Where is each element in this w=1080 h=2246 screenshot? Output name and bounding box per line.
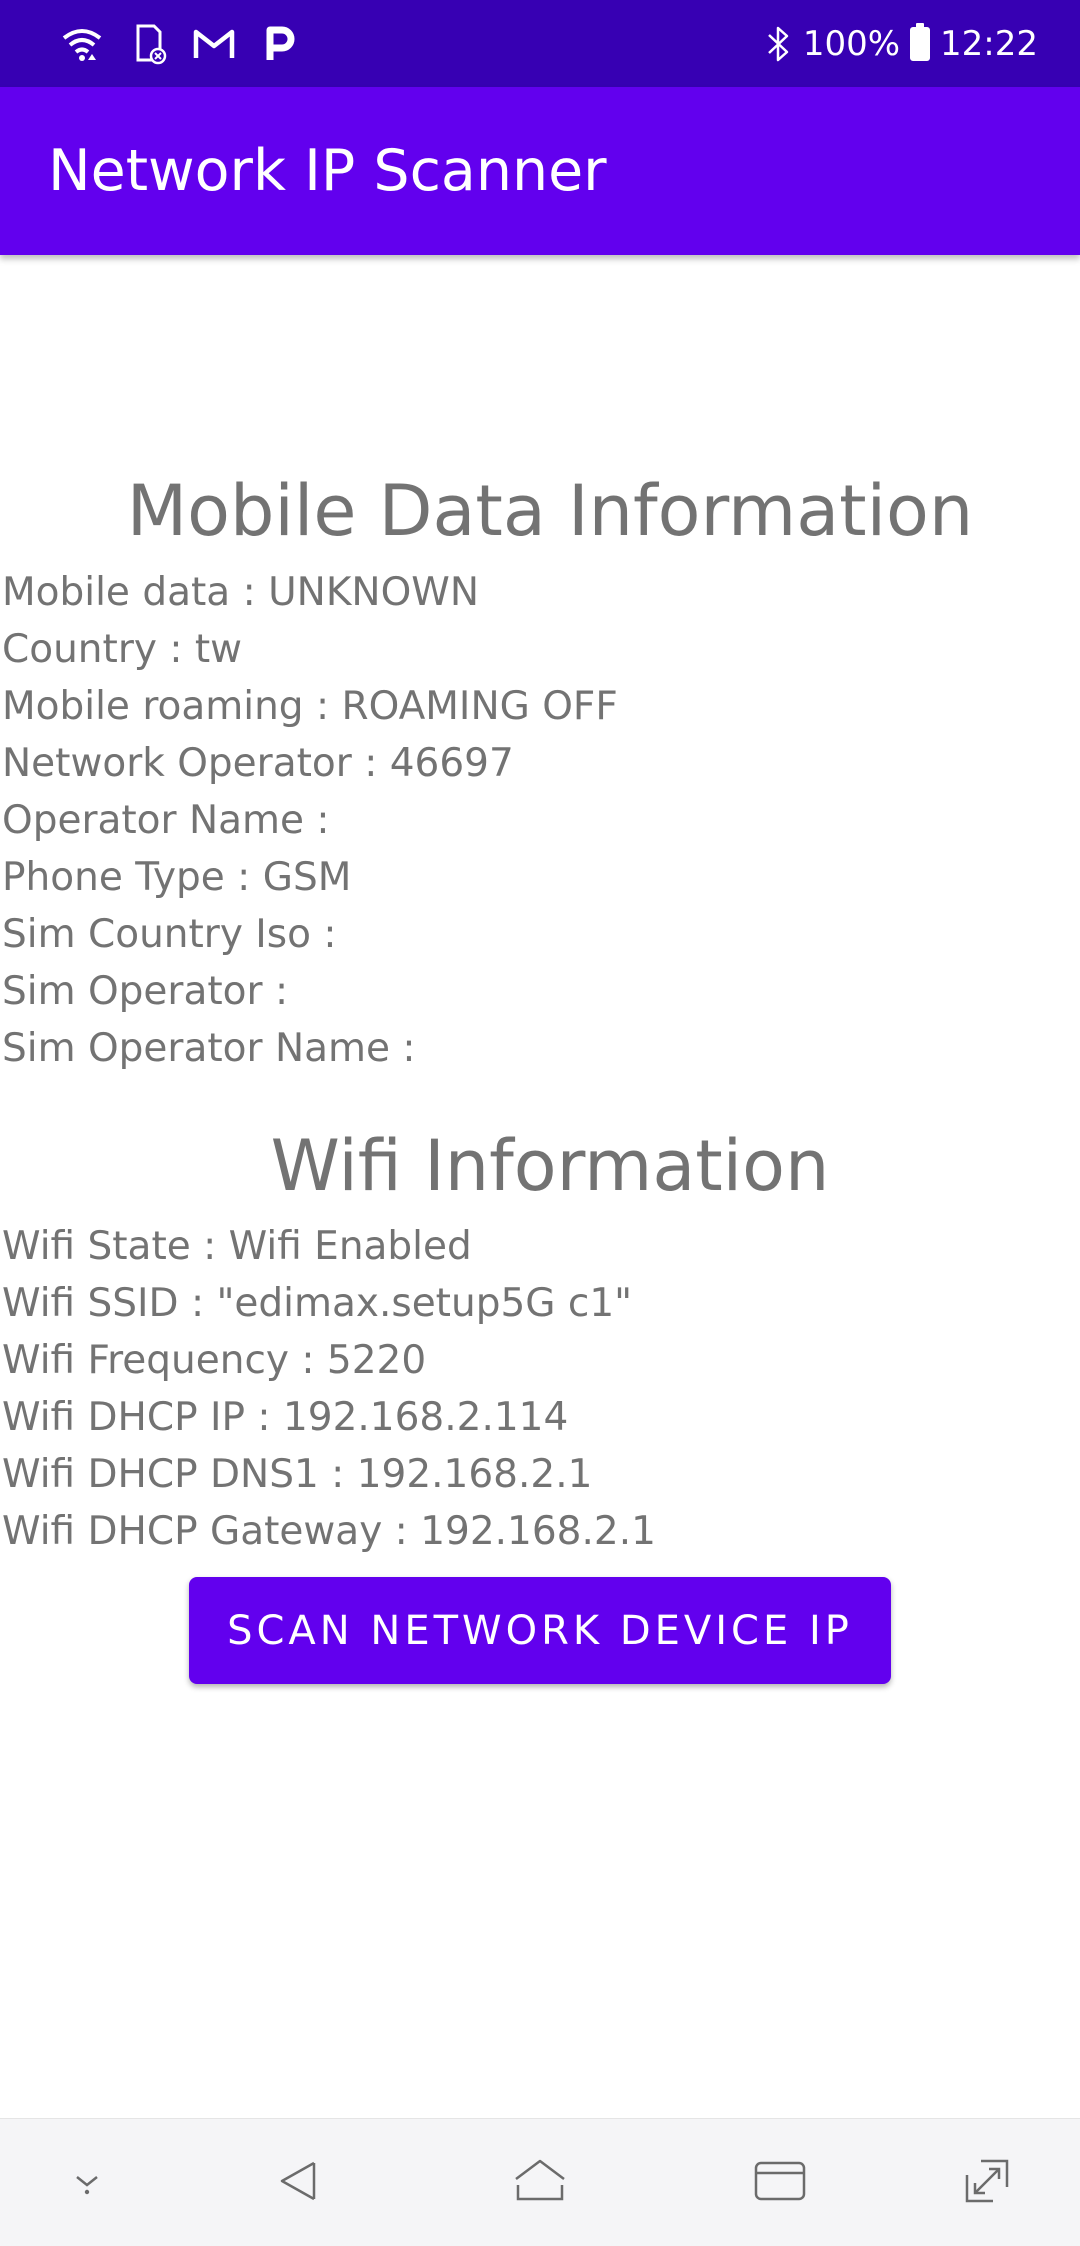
status-bar-system: 100% 12:22: [763, 0, 1038, 87]
app-title: Network IP Scanner: [48, 138, 607, 204]
hide-nav-button[interactable]: [27, 2119, 147, 2246]
screen: 100% 12:22 Network IP Scanner Mobile Dat…: [0, 0, 1080, 2246]
status-bar-notifications: [60, 0, 302, 87]
scan-network-device-ip-button[interactable]: SCAN NETWORK DEVICE IP: [189, 1577, 891, 1684]
operator-name-line: Operator Name :: [2, 798, 330, 843]
screen-mode-icon: [961, 2155, 1013, 2211]
mobile-data-title: Mobile Data Information: [126, 470, 974, 552]
wifi-icon: [60, 22, 104, 66]
wifi-ssid-line: Wifi SSID : "edimax.setup5G c1": [2, 1281, 633, 1326]
home-icon: [510, 2155, 570, 2211]
recents-button[interactable]: [720, 2119, 840, 2246]
wifi-dhcp-dns1-line: Wifi DHCP DNS1 : 192.168.2.1: [2, 1452, 593, 1497]
wifi-frequency-line: Wifi Frequency : 5220: [2, 1338, 427, 1383]
sim-operator-name-line: Sim Operator Name :: [2, 1026, 416, 1071]
home-button[interactable]: [480, 2119, 600, 2246]
mobile-data-line: Mobile data : UNKNOWN: [2, 570, 480, 615]
battery-icon: [910, 22, 931, 61]
gmail-icon: [192, 22, 236, 66]
p-app-icon: [258, 22, 302, 66]
wifi-state-line: Wifi State : Wifi Enabled: [2, 1224, 472, 1269]
app-bar: Network IP Scanner: [0, 87, 1080, 255]
network-operator-line: Network Operator : 46697: [2, 741, 514, 786]
hide-nav-icon: [65, 2159, 109, 2207]
wifi-dhcp-gateway-line: Wifi DHCP Gateway : 192.168.2.1: [2, 1509, 656, 1554]
wifi-info-title: Wifi Information: [270, 1125, 830, 1207]
navigation-bar: [0, 2118, 1080, 2246]
phone-type-line: Phone Type : GSM: [2, 855, 352, 900]
sim-operator-line: Sim Operator :: [2, 969, 289, 1014]
sd-card-icon: [126, 22, 170, 66]
country-line: Country : tw: [2, 627, 243, 672]
back-button[interactable]: [240, 2119, 360, 2246]
screen-mode-button[interactable]: [927, 2119, 1047, 2246]
status-bar: 100% 12:22: [0, 0, 1080, 87]
bluetooth-icon: [763, 22, 793, 66]
back-icon: [274, 2155, 326, 2211]
recents-icon: [752, 2157, 808, 2209]
sim-country-iso-line: Sim Country Iso :: [2, 912, 337, 957]
clock: 12:22: [940, 23, 1038, 64]
wifi-dhcp-ip-line: Wifi DHCP IP : 192.168.2.114: [2, 1395, 569, 1440]
mobile-roaming-line: Mobile roaming : ROAMING OFF: [2, 684, 618, 729]
battery-percentage: 100%: [802, 23, 901, 64]
